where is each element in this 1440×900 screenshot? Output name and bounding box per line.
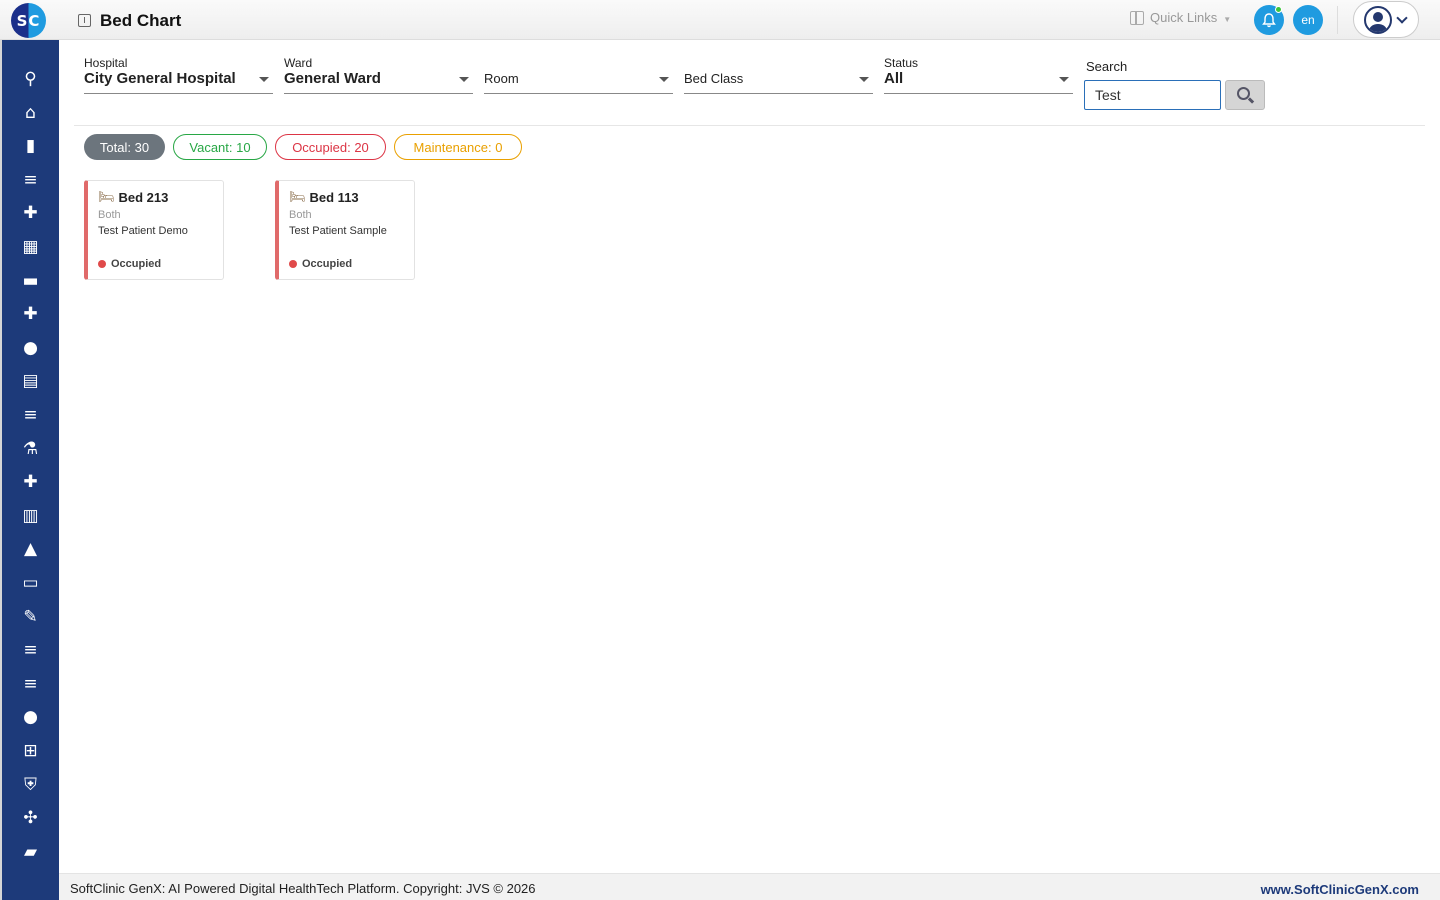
footer-website-link[interactable]: www.SoftClinicGenX.com <box>1261 882 1419 897</box>
bell-icon <box>1262 12 1276 27</box>
occupied-chip[interactable]: Occupied: 20 <box>275 134 386 160</box>
page-title: Bed Chart <box>100 11 182 30</box>
bed-name: Bed 213 <box>118 190 169 205</box>
search-input[interactable] <box>1084 80 1221 110</box>
status-label: Status <box>884 56 919 70</box>
store-icon[interactable]: ▲ <box>2 534 59 564</box>
bed-status-label: Occupied <box>111 258 162 270</box>
search-button[interactable] <box>1225 80 1265 110</box>
bed-card[interactable]: 🛏 Bed 213 Both Test Patient Demo Occupie… <box>84 180 224 280</box>
wrench-icon[interactable]: ✎ <box>2 602 59 632</box>
quick-links-label: Quick Links <box>1150 10 1218 25</box>
plus-box-icon[interactable]: ✚ <box>2 299 59 329</box>
bed-class-select[interactable]: Bed Class <box>684 56 873 94</box>
folder-icon[interactable]: ▰ <box>2 837 59 867</box>
bed-card[interactable]: 🛏 Bed 113 Both Test Patient Sample Occup… <box>275 180 415 280</box>
library-add-icon[interactable]: ⊞ <box>2 736 59 766</box>
vacant-chip[interactable]: Vacant: 10 <box>173 134 267 160</box>
notification-dot <box>1275 6 1282 13</box>
bed-icon: 🛏 <box>289 190 306 205</box>
dropdown-arrow-icon <box>259 77 269 82</box>
menu-icon[interactable]: ≡ <box>2 635 59 665</box>
gift-icon <box>1130 10 1144 25</box>
menu-icon[interactable]: ≡ <box>2 165 59 195</box>
medicine-icon[interactable]: ✚ <box>2 467 59 497</box>
bed-icon: 🛏 <box>98 190 115 205</box>
page-icon <box>78 14 91 27</box>
status-dot <box>98 260 106 268</box>
user-menu-button[interactable] <box>1353 1 1419 38</box>
divider <box>74 125 1425 126</box>
lab-icon[interactable]: ⚗ <box>2 434 59 464</box>
footer-copyright: SoftClinic GenX: AI Powered Digital Heal… <box>70 881 536 896</box>
language-label: en <box>1301 13 1315 27</box>
person-icon[interactable]: ● <box>2 333 59 363</box>
status-select[interactable]: Status All <box>884 56 1073 94</box>
shield-icon[interactable]: ⛨ <box>2 770 59 800</box>
ward-label: Ward <box>284 56 313 70</box>
calendar-icon[interactable]: ▦ <box>2 232 59 262</box>
status-value: All <box>884 70 904 87</box>
bed-patient: Test Patient Demo <box>98 225 188 237</box>
total-chip[interactable]: Total: 30 <box>84 134 165 160</box>
devices-icon[interactable]: ▭ <box>2 568 59 598</box>
search-icon[interactable]: ⚲ <box>2 64 59 94</box>
receipt-icon[interactable]: ▤ <box>2 366 59 396</box>
bed-status: Occupied <box>289 258 352 270</box>
hospital-value: City General Hospital <box>84 70 236 87</box>
footer: SoftClinic GenX: AI Powered Digital Heal… <box>59 873 1440 900</box>
blood-drop-icon[interactable]: ● <box>2 702 59 732</box>
dropdown-arrow-icon <box>859 77 869 82</box>
ward-value: General Ward <box>284 70 381 87</box>
sidebar: ⚲ ⌂ ▮ ≡ ✚ ▦ ▬ ✚ ● ▤ ≡ ⚗ ✚ ▥ ▲ ▭ ✎ ≡ ≡ ● ⊞ ⛨ ✣ ▰ <box>0 40 59 900</box>
bed-type: Both <box>98 209 121 221</box>
menu-icon[interactable]: ≡ <box>2 400 59 430</box>
chevron-down-icon <box>1396 11 1408 24</box>
language-button[interactable]: en <box>1293 5 1323 35</box>
bed-type: Both <box>289 209 312 221</box>
room-placeholder: Room <box>484 71 519 86</box>
caret-down-icon: ▼ <box>1223 15 1232 24</box>
hospital-select[interactable]: Hospital City General Hospital <box>84 56 273 94</box>
bed-patient: Test Patient Sample <box>289 225 387 237</box>
search-icon <box>1237 87 1250 100</box>
bed-status: Occupied <box>98 258 161 270</box>
header-separator <box>1337 6 1338 34</box>
home-icon[interactable]: ⌂ <box>2 98 59 128</box>
bed-name: Bed 113 <box>309 190 359 205</box>
dropdown-arrow-icon <box>1059 77 1069 82</box>
hospital-label: Hospital <box>84 56 128 70</box>
status-dot <box>289 260 297 268</box>
maintenance-chip[interactable]: Maintenance: 0 <box>394 134 522 160</box>
bed-title: 🛏 Bed 113 <box>289 190 359 205</box>
notifications-button[interactable] <box>1254 5 1284 35</box>
medical-bag-icon[interactable]: ✚ <box>2 198 59 228</box>
network-icon[interactable]: ✣ <box>2 803 59 833</box>
bed-class-placeholder: Bed Class <box>684 71 744 86</box>
dropdown-arrow-icon <box>659 77 669 82</box>
bar-chart-icon[interactable]: ▮ <box>2 131 59 161</box>
bed-title: 🛏 Bed 213 <box>98 190 168 205</box>
book-icon[interactable]: ▥ <box>2 501 59 531</box>
app-logo[interactable]: SC <box>11 3 46 38</box>
logo-text: SC <box>16 11 41 30</box>
avatar <box>1364 5 1392 34</box>
room-select[interactable]: Room <box>484 56 673 94</box>
bed-status-label: Occupied <box>302 258 353 270</box>
quick-links-dropdown[interactable]: Quick Links ▼ <box>1130 10 1231 25</box>
menu-icon[interactable]: ≡ <box>2 669 59 699</box>
top-bar: SC Bed Chart Quick Links ▼ en <box>0 0 1440 40</box>
dropdown-arrow-icon <box>459 77 469 82</box>
search-label: Search <box>1086 59 1128 74</box>
ward-select[interactable]: Ward General Ward <box>284 56 473 94</box>
bed-icon[interactable]: ▬ <box>2 266 59 296</box>
